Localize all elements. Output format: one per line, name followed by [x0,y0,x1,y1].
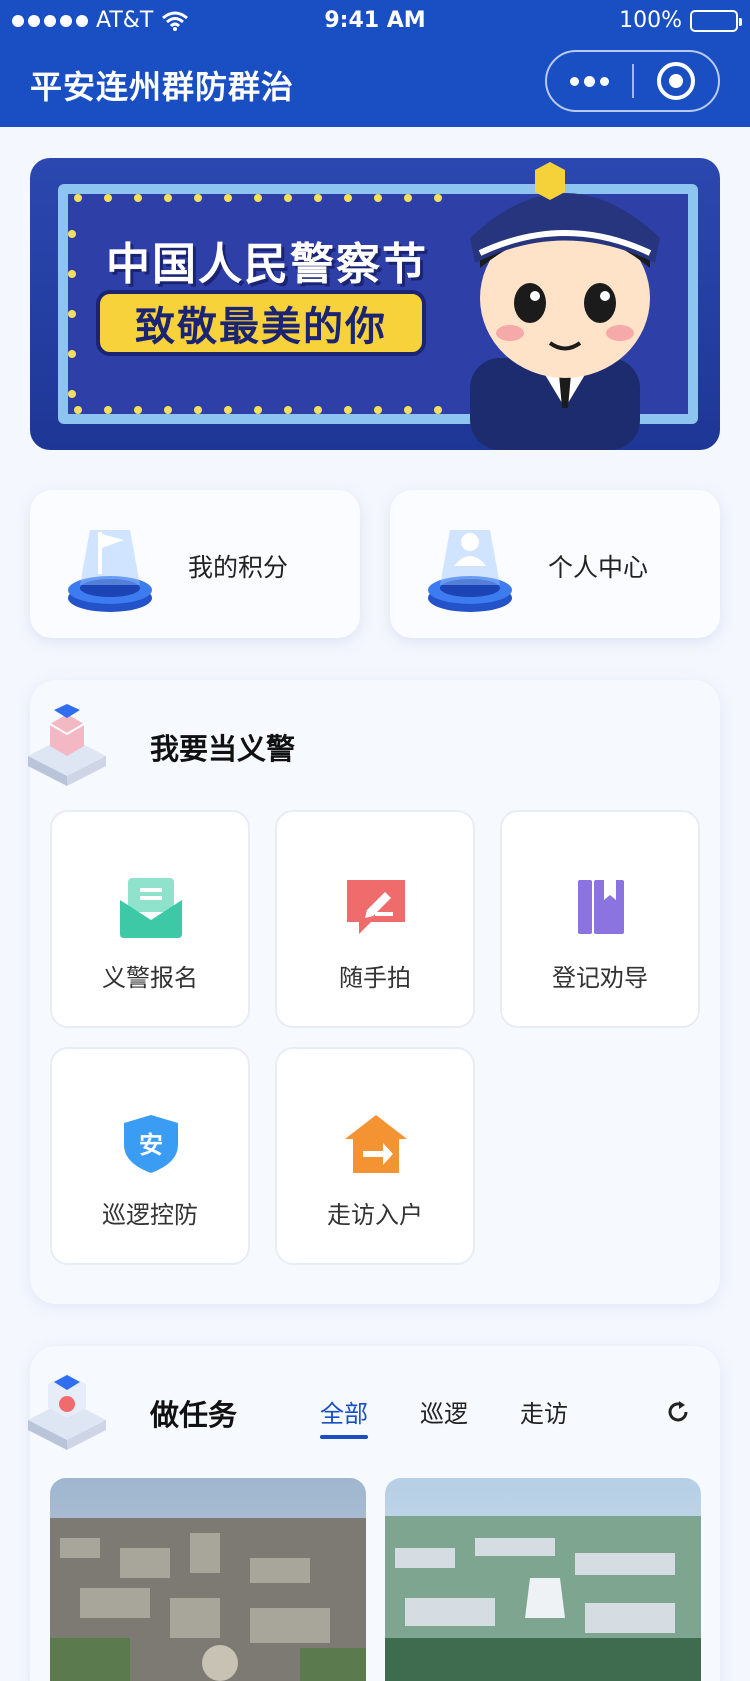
personal-center-card[interactable]: 个人中心 [390,490,720,638]
aerial-park-photo [385,1478,701,1681]
mail-icon [120,878,182,938]
page-title: 平安连州群防群治 [30,68,295,106]
police-mascot-illustration [470,162,660,450]
flag-icon [68,530,152,612]
status-bar: AT&T 9:41 AM 100% [0,6,750,36]
tab-all[interactable]: 全部 [320,1394,368,1439]
task-card-image-park[interactable] [385,1478,701,1681]
tile-patrol-control[interactable]: 安 巡逻控防 [50,1047,250,1265]
battery-icon [690,9,742,32]
refresh-icon[interactable] [664,1398,692,1426]
shield-icon: 安 [124,1115,178,1173]
tile-label: 走访入户 [327,1201,423,1229]
tile-snapshot[interactable]: 随手拍 [275,810,475,1028]
house-arrow-icon [345,1115,407,1173]
tile-label: 巡逻控防 [102,1201,198,1229]
tab-patrol[interactable]: 巡逻 [420,1394,468,1429]
task-section-title: 做任务 [150,1398,238,1432]
task-card-image-industrial[interactable] [50,1478,366,1681]
battery-percent: 100% [619,8,682,33]
my-points-label: 我的积分 [188,553,289,582]
banner-subheadline: 致敬最美的你 [96,290,426,356]
tile-home-visit[interactable]: 走访入户 [275,1047,475,1265]
aerial-city-photo [50,1478,366,1681]
my-points-card[interactable]: 我的积分 [30,490,360,638]
task-section-icon [28,1374,106,1450]
svg-text:安: 安 [139,1131,163,1159]
tile-label: 随手拍 [339,964,411,992]
more-menu-button[interactable] [547,52,632,110]
banner-headline: 中国人民警察节 [106,239,428,290]
volunteer-section-icon [28,704,106,786]
tab-visit[interactable]: 走访 [520,1394,568,1429]
close-miniprogram-button[interactable] [634,52,719,110]
personal-center-label: 个人中心 [548,553,649,582]
tile-register-persuade[interactable]: 登记劝导 [500,810,700,1028]
tile-label: 登记劝导 [552,964,648,992]
edit-icon [347,880,405,934]
user-icon [428,530,512,612]
tile-label: 义警报名 [102,964,198,992]
volunteer-section-title: 我要当义警 [150,732,296,766]
miniprogram-capsule [545,50,720,112]
task-tabs: 全部 巡逻 走访 [320,1394,620,1439]
target-icon [656,62,695,100]
book-icon [578,880,624,934]
tile-volunteer-signup[interactable]: 义警报名 [50,810,250,1028]
promo-banner[interactable]: 中国人民警察节 致敬最美的你 [30,158,720,450]
app-header: AT&T 9:41 AM 100% 平安连州群防群治 [0,0,750,127]
